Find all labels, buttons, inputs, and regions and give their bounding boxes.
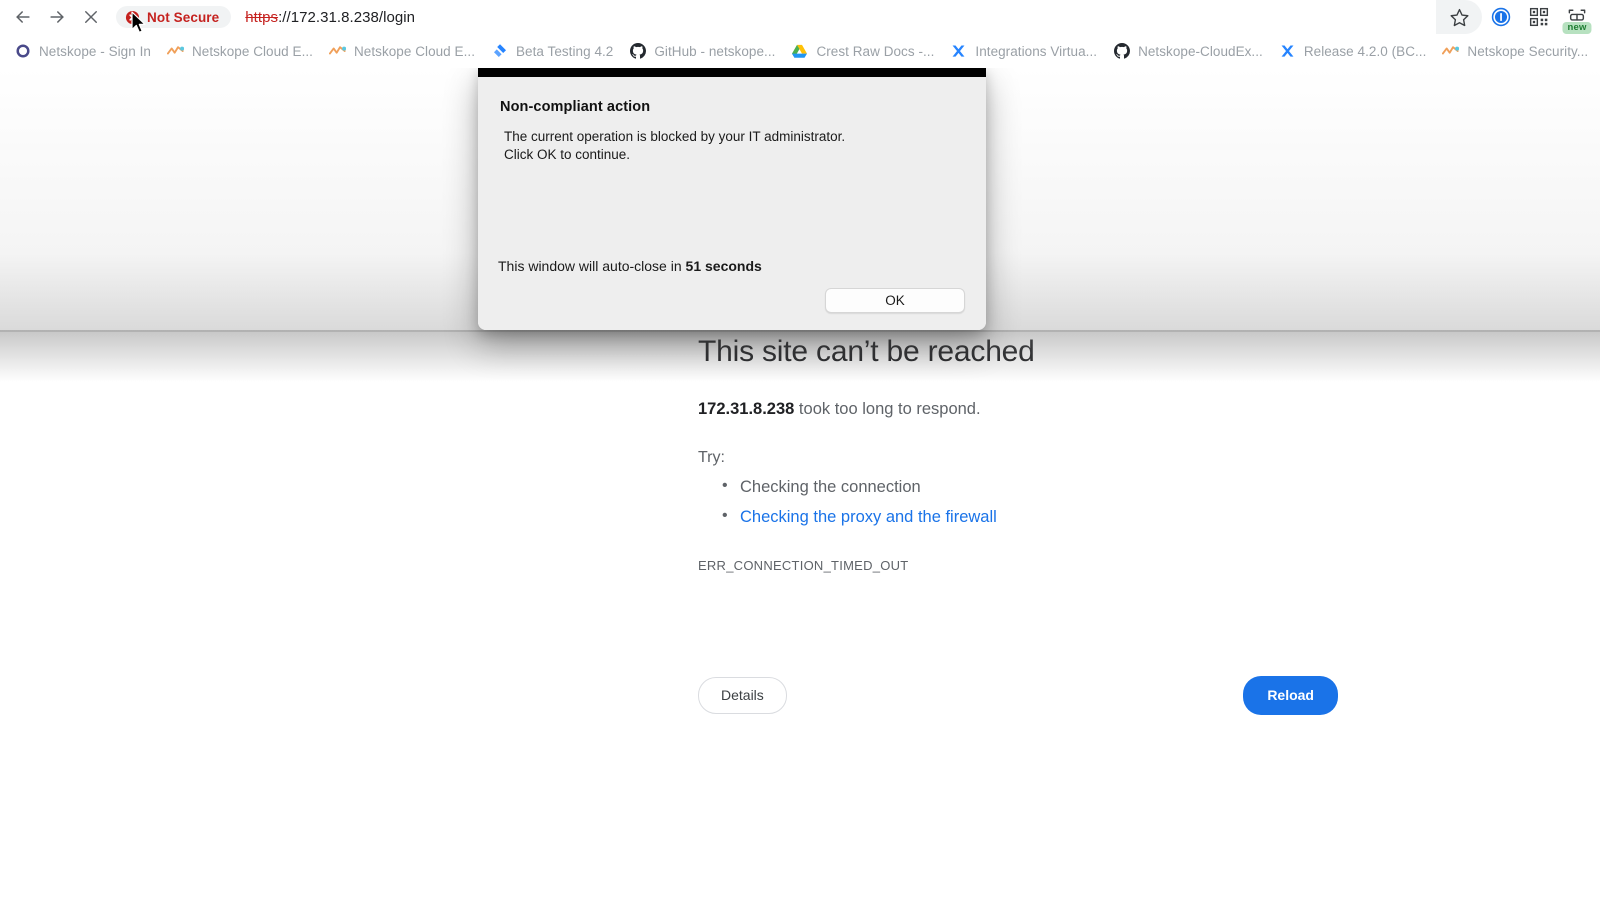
try-label: Try:	[698, 449, 725, 467]
arrow-left-icon	[16, 11, 30, 23]
error-code: ERR_CONNECTION_TIMED_OUT	[698, 558, 909, 574]
forward-button[interactable]	[40, 0, 74, 34]
bookmark-item[interactable]: Netskope - Sign In	[6, 39, 159, 64]
jira-icon	[491, 43, 508, 60]
list-item[interactable]: Checking the proxy and the firewall	[722, 504, 1358, 531]
github-icon	[1113, 43, 1130, 60]
jira-x-icon	[950, 43, 967, 60]
bookmark-item[interactable]: Crest Raw Docs -...	[783, 39, 942, 64]
netskope-ring-icon	[14, 43, 31, 60]
details-button[interactable]: Details	[698, 677, 787, 714]
non-compliant-action-dialog: Non-compliant action The current operati…	[478, 68, 986, 330]
back-button[interactable]	[6, 0, 40, 34]
error-summary: 172.31.8.238 took too long to respond.	[698, 397, 1358, 422]
site-security-chip[interactable]: Not Secure	[116, 6, 232, 28]
reload-button[interactable]: Reload	[1243, 676, 1338, 715]
bookmark-label: Crest Raw Docs -...	[816, 43, 935, 59]
suggestion-list: Checking the connection Checking the pro…	[698, 474, 1358, 531]
bookmark-label: Netskope - Sign In	[39, 43, 151, 59]
bookmark-item[interactable]: Netskope-CloudEx...	[1105, 39, 1271, 64]
page-title: This site can’t be reached	[698, 335, 1035, 368]
bookmarks-bar: Netskope - Sign In Netskope Cloud E... N…	[0, 34, 1600, 68]
error-action-row: Details Reload	[698, 676, 1338, 715]
bookmark-item[interactable]: Beta Testing 4.2	[483, 39, 621, 64]
bookmark-label: Netskope Security...	[1467, 43, 1589, 59]
list-item: Checking the connection	[722, 474, 1358, 501]
qr-code-icon	[1529, 7, 1549, 27]
omnibox[interactable]: Not Secure https://172.31.8.238/login	[108, 0, 1442, 34]
dialog-heading: Non-compliant action	[500, 99, 651, 115]
dialog-body: Non-compliant action The current operati…	[478, 77, 986, 330]
url-scheme: https	[245, 8, 279, 26]
bookmark-item[interactable]: GitHub - netskope...	[621, 39, 783, 64]
split-view-new-badge: new	[1562, 21, 1592, 34]
stop-loading-button[interactable]	[74, 0, 108, 34]
dialog-message-line-2: Click OK to continue.	[504, 147, 631, 163]
arrow-right-icon	[50, 11, 64, 23]
autoclose-countdown: 51 seconds	[685, 258, 762, 274]
suggestion-text: Checking the connection	[740, 478, 921, 497]
netskope-wave-icon	[166, 43, 184, 60]
url-display[interactable]: https://172.31.8.238/login	[245, 9, 415, 26]
browser-toolbar: Not Secure https://172.31.8.238/login ne…	[0, 0, 1600, 34]
url-rest: ://172.31.8.238/login	[278, 8, 416, 26]
profile-button[interactable]	[1482, 0, 1520, 34]
dialog-titlebar	[478, 68, 986, 77]
netskope-wave-icon	[328, 43, 346, 60]
google-drive-icon	[791, 43, 808, 60]
autoclose-prefix: This window will auto-close in	[498, 258, 686, 274]
proxy-firewall-link[interactable]: Checking the proxy and the firewall	[740, 508, 997, 526]
jira-x-icon	[1279, 43, 1296, 60]
star-icon	[1449, 8, 1469, 26]
error-host: 172.31.8.238	[698, 399, 795, 418]
security-status-label: Not Secure	[147, 9, 220, 25]
bookmark-item[interactable]: Integrations Virtua...	[942, 39, 1105, 64]
bookmark-label: Netskope Cloud E...	[353, 43, 475, 59]
error-summary-rest: took too long to respond.	[794, 399, 981, 418]
error-page: This site can’t be reached 172.31.8.238 …	[698, 333, 1358, 573]
close-x-icon	[85, 11, 97, 23]
github-icon	[629, 43, 646, 60]
split-view-button[interactable]: new	[1558, 0, 1596, 34]
qr-code-button[interactable]	[1520, 0, 1558, 34]
dialog-message: The current operation is blocked by your…	[504, 129, 986, 166]
dialog-message-line-1: The current operation is blocked by your…	[504, 129, 846, 144]
not-secure-circle-icon	[125, 10, 140, 24]
bookmark-label: Release 4.2.0 (BC...	[1303, 43, 1427, 59]
bookmark-label: Netskope Cloud E...	[191, 43, 313, 59]
bookmark-star-button[interactable]	[1436, 0, 1482, 34]
profile-icon	[1491, 7, 1511, 27]
bookmark-item[interactable]: Netskope Cloud E...	[159, 39, 321, 64]
browser-window: Not Secure https://172.31.8.238/login ne…	[0, 0, 1600, 904]
bookmark-item[interactable]: Netskope Security...	[1434, 39, 1596, 64]
bookmark-item[interactable]: Netskope Cloud E...	[321, 39, 483, 64]
bookmark-label: Netskope-CloudEx...	[1138, 43, 1263, 59]
dialog-ok-button[interactable]: OK	[825, 288, 965, 313]
netskope-wave-icon	[1442, 43, 1460, 60]
dialog-autoclose-text: This window will auto-close in 51 second…	[498, 258, 762, 274]
bookmark-label: GitHub - netskope...	[654, 43, 776, 59]
bookmark-label: Beta Testing 4.2	[516, 43, 614, 59]
toolbar-right-actions: new	[1436, 0, 1600, 34]
bookmark-label: Integrations Virtua...	[975, 43, 1098, 59]
bookmark-item[interactable]: Release 4.2.0 (BC...	[1271, 39, 1435, 64]
